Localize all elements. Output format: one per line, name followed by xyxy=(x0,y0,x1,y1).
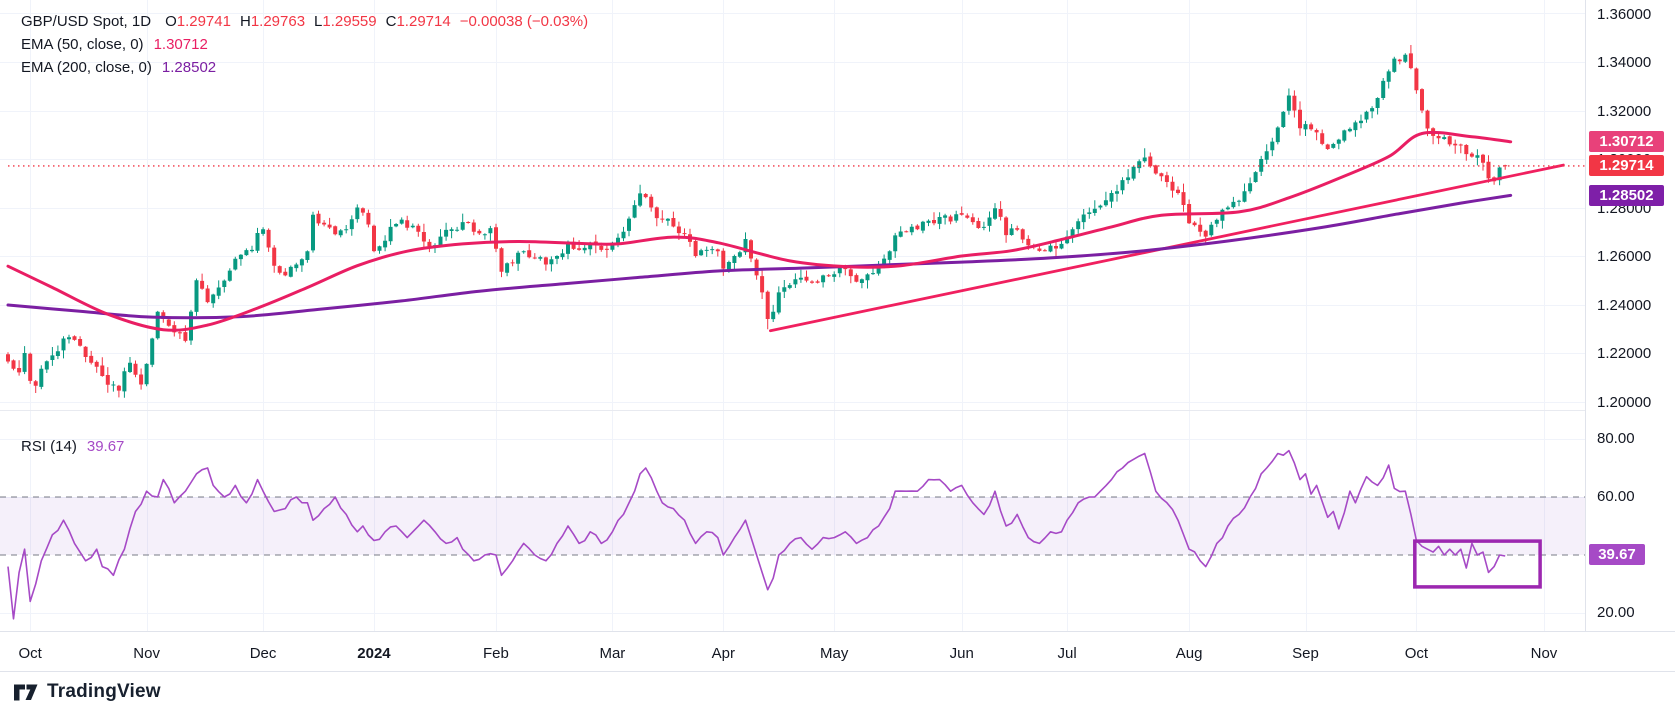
price-tick-label: 1.20000 xyxy=(1597,394,1651,411)
ema50-value: 1.30712 xyxy=(154,36,208,53)
ema50-line xyxy=(8,132,1511,330)
ema50-label: EMA (50, close, 0) xyxy=(21,36,144,53)
time-axis-label-nov: Nov xyxy=(1531,645,1558,662)
ema200-badge: 1.28502 xyxy=(1589,185,1664,206)
ohlc-open: O1.29741 xyxy=(165,13,231,30)
price-tick-label: 1.34000 xyxy=(1597,54,1651,71)
down-candle-bodies xyxy=(6,53,1507,390)
rsi-label: RSI (14) xyxy=(21,438,77,455)
legend-ema50-row[interactable]: EMA (50, close, 0) 1.30712 xyxy=(21,33,597,56)
time-axis-label-sep: Sep xyxy=(1292,645,1319,662)
ema200-label: EMA (200, close, 0) xyxy=(21,59,152,76)
time-axis-label-dec: Dec xyxy=(250,645,277,662)
ohlc-low: L1.29559 xyxy=(314,13,377,30)
rsi-band-fill xyxy=(0,497,1585,555)
rsi-value: 39.67 xyxy=(87,438,125,455)
time-axis-label-nov: Nov xyxy=(133,645,160,662)
rsi-pane[interactable] xyxy=(0,410,1585,631)
time-axis-label-aug: Aug xyxy=(1176,645,1203,662)
brand-name: TradingView xyxy=(47,681,161,703)
rsi-chart-canvas[interactable] xyxy=(0,411,1585,631)
price-tick-label: 1.32000 xyxy=(1597,103,1651,120)
last-price-badge: 1.29714 xyxy=(1589,155,1664,176)
legend-ema200-row[interactable]: EMA (200, close, 0) 1.28502 xyxy=(21,56,597,79)
ema200-value: 1.28502 xyxy=(162,59,216,76)
symbol-title: GBP/USD Spot, 1D xyxy=(21,13,151,30)
tradingview-chart-page: { "header": { "symbol_title": "GBP/USD S… xyxy=(0,0,1675,718)
rsi-value-badge: 39.67 xyxy=(1589,544,1645,565)
time-axis-label-apr: Apr xyxy=(712,645,735,662)
time-axis-label-feb: Feb xyxy=(483,645,509,662)
time-axis-label-oct: Oct xyxy=(1405,645,1428,662)
rsi-legend-row[interactable]: RSI (14) 39.67 xyxy=(21,438,124,455)
legend-symbol-row[interactable]: GBP/USD Spot, 1D O1.29741 H1.29763 L1.29… xyxy=(21,10,597,33)
time-axis-label-may: May xyxy=(820,645,848,662)
price-tick-label: 1.24000 xyxy=(1597,297,1651,314)
rsi-tick-label: 80.00 xyxy=(1597,430,1635,447)
time-axis-label-2024: 2024 xyxy=(357,645,390,662)
price-tick-label: 1.26000 xyxy=(1597,248,1651,265)
ema50-badge: 1.30712 xyxy=(1589,131,1664,152)
chart-legend: GBP/USD Spot, 1D O1.29741 H1.29763 L1.29… xyxy=(21,10,597,79)
time-axis-label-mar: Mar xyxy=(599,645,625,662)
down-candle-wicks xyxy=(8,45,1505,397)
time-axis-label-oct: Oct xyxy=(19,645,42,662)
price-axis-scale[interactable]: 1.360001.340001.320001.300001.280001.260… xyxy=(1585,0,1675,631)
time-axis-label-jul: Jul xyxy=(1058,645,1077,662)
ohlc-high: H1.29763 xyxy=(240,13,305,30)
change-value: −0.00038 (−0.03%) xyxy=(460,13,588,30)
rsi-tick-label: 20.00 xyxy=(1597,604,1635,621)
rsi-tick-label: 60.00 xyxy=(1597,488,1635,505)
tradingview-logo-icon xyxy=(14,684,38,701)
tradingview-attribution[interactable]: TradingView xyxy=(14,681,161,703)
time-axis-scale[interactable]: Oct Nov Dec 2024 Feb Mar Apr May Jun Jul Aug Sep Oct… xyxy=(0,631,1675,672)
time-axis-label-jun: Jun xyxy=(950,645,974,662)
price-tick-label: 1.36000 xyxy=(1597,6,1651,23)
price-tick-label: 1.22000 xyxy=(1597,345,1651,362)
ohlc-close: C1.29714 xyxy=(386,13,451,30)
